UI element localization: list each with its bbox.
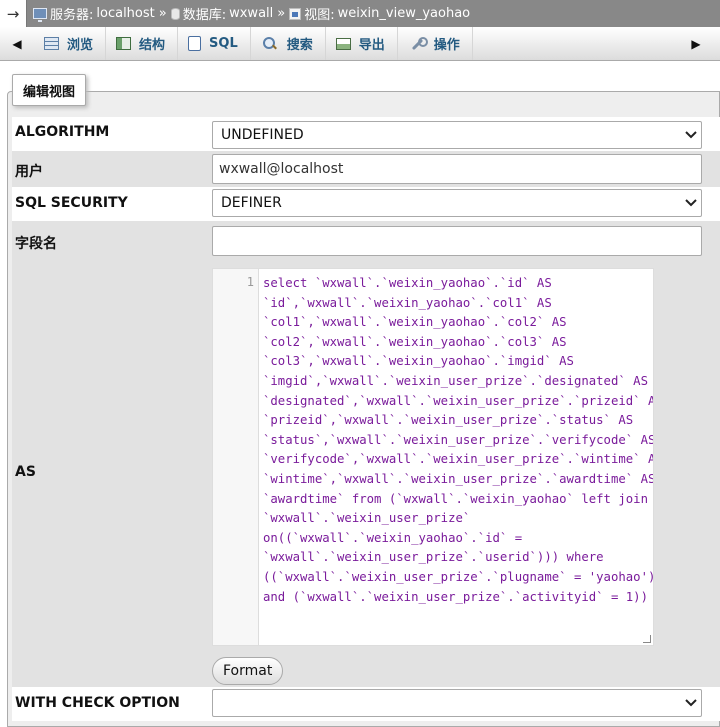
column-names-row: 字段名	[12, 221, 720, 259]
tab-structure[interactable]: 结构	[106, 27, 179, 60]
browse-icon	[44, 37, 59, 50]
breadcrumb-database[interactable]: 数据库: wxwall	[170, 4, 273, 23]
breadcrumb-separator: »	[158, 6, 167, 21]
code-line: `col2`,`wxwall`.`weixin_yaohao`.`col3` A…	[263, 334, 567, 349]
structure-icon	[116, 37, 132, 50]
code-line: `wxwall`.`weixin_user_prize`	[263, 511, 471, 526]
chevron-down-icon	[684, 195, 698, 211]
algorithm-value: UNDEFINED	[221, 127, 304, 143]
sql-security-select[interactable]: DEFINER	[212, 189, 702, 217]
code-line: `imgid`,`wxwall`.`weixin_user_prize`.`de…	[263, 373, 648, 388]
server-value[interactable]: localhost	[96, 6, 154, 21]
code-line: `designated`,`wxwall`.`weixin_user_prize…	[263, 393, 654, 408]
tab-label: 搜索	[286, 38, 313, 53]
tab-sql[interactable]: SQL	[178, 27, 251, 60]
tab-label: 操作	[433, 38, 460, 53]
search-icon	[261, 36, 279, 52]
sql-security-value: DEFINER	[221, 195, 282, 211]
as-row: AS 1 select `wxwall`.`weixin_yaohao`.`id…	[12, 259, 720, 687]
breadcrumb-server[interactable]: 服务器: localhost	[33, 4, 155, 23]
export-icon	[335, 37, 351, 50]
server-icon	[33, 8, 47, 22]
tab-browse[interactable]: 浏览	[34, 27, 107, 60]
sql-icon	[188, 36, 202, 51]
line-gutter: 1	[213, 269, 259, 645]
view-label: 视图:	[304, 8, 335, 23]
chevron-down-icon	[684, 127, 698, 143]
sql-security-label: SQL SECURITY	[15, 195, 128, 211]
format-button[interactable]: Format	[212, 657, 284, 685]
resize-handle-icon[interactable]	[643, 635, 651, 643]
algorithm-row: ALGORITHM UNDEFINED	[12, 117, 720, 151]
column-names-label: 字段名	[15, 236, 57, 252]
check-option-label: WITH CHECK OPTION	[15, 695, 180, 711]
code-line: and (`wxwall`.`weixin_user_prize`.`activ…	[263, 589, 648, 604]
sql-security-row: SQL SECURITY DEFINER	[12, 187, 720, 221]
code-line: `verifycode`,`wxwall`.`weixin_user_prize…	[263, 452, 654, 467]
code-line: `col3`,`wxwall`.`weixin_yaohao`.`imgid` …	[263, 354, 574, 369]
breadcrumb-separator: »	[277, 6, 286, 21]
breadcrumb-view[interactable]: 视图: weixin_view_yaohao	[289, 4, 470, 23]
scroll-left-icon[interactable]: ◀	[0, 27, 34, 60]
database-label: 数据库:	[182, 8, 227, 23]
code-line: `wxwall`.`weixin_user_prize`.`userid`)))…	[263, 550, 604, 565]
sql-code[interactable]: select `wxwall`.`weixin_yaohao`.`id` AS `…	[263, 274, 654, 607]
tab-export[interactable]: 导出	[326, 27, 398, 60]
sql-code-editor[interactable]: 1 select `wxwall`.`weixin_yaohao`.`id` A…	[212, 268, 654, 646]
database-icon	[170, 7, 180, 20]
as-label: AS	[15, 464, 36, 480]
chevron-down-icon	[684, 695, 698, 711]
code-line: on((`wxwall`.`weixin_yaohao`.`id` =	[263, 530, 523, 545]
tab-operations[interactable]: 操作	[398, 27, 473, 60]
code-line: `col1`,`wxwall`.`weixin_yaohao`.`col2` A…	[263, 315, 567, 330]
tab-search[interactable]: 搜索	[251, 27, 326, 60]
fieldset-legend: 编辑视图	[12, 74, 87, 106]
tab-label: 结构	[139, 38, 166, 53]
line-number: 1	[246, 275, 254, 289]
scroll-right-icon[interactable]: ▶	[684, 27, 708, 61]
code-line: `prizeid`,`wxwall`.`weixin_user_prize`.`…	[263, 413, 634, 428]
breadcrumb: → 服务器: localhost » 数据库: wxwall » 视图: wei…	[0, 0, 720, 27]
user-row: 用户 wxwall@localhost	[12, 151, 720, 187]
view-icon	[289, 7, 302, 20]
tab-label: SQL	[209, 36, 238, 51]
column-names-input[interactable]	[212, 226, 702, 256]
wrench-icon	[408, 36, 428, 52]
code-line: `wintime`,`wxwall`.`weixin_user_prize`.`…	[263, 471, 654, 486]
code-line: `id`,`wxwall`.`weixin_yaohao`.`col1` AS	[263, 295, 552, 310]
user-input[interactable]: wxwall@localhost	[212, 154, 702, 184]
arrow-right-icon[interactable]: →	[0, 0, 27, 27]
algorithm-select[interactable]: UNDEFINED	[212, 121, 702, 149]
server-label: 服务器:	[50, 8, 94, 23]
check-option-row: WITH CHECK OPTION	[12, 687, 720, 721]
tab-label: 导出	[358, 38, 385, 53]
code-line: `awardtime` from (`wxwall`.`weixin_yaoha…	[263, 491, 648, 506]
code-line: ((`wxwall`.`weixin_user_prize`.`plugname…	[263, 569, 654, 584]
code-line: select `wxwall`.`weixin_yaohao`.`id` AS	[263, 276, 552, 290]
code-line: `status`,`wxwall`.`weixin_user_prize`.`v…	[263, 432, 654, 447]
database-value[interactable]: wxwall	[229, 6, 273, 21]
user-label: 用户	[15, 164, 43, 180]
check-option-select[interactable]	[212, 689, 702, 717]
tab-label: 浏览	[67, 38, 94, 53]
view-value[interactable]: weixin_view_yaohao	[338, 6, 471, 21]
tab-bar: ◀ 浏览 结构 SQL 搜索 导出 操作 ▶	[0, 27, 720, 61]
algorithm-label: ALGORITHM	[15, 124, 110, 140]
